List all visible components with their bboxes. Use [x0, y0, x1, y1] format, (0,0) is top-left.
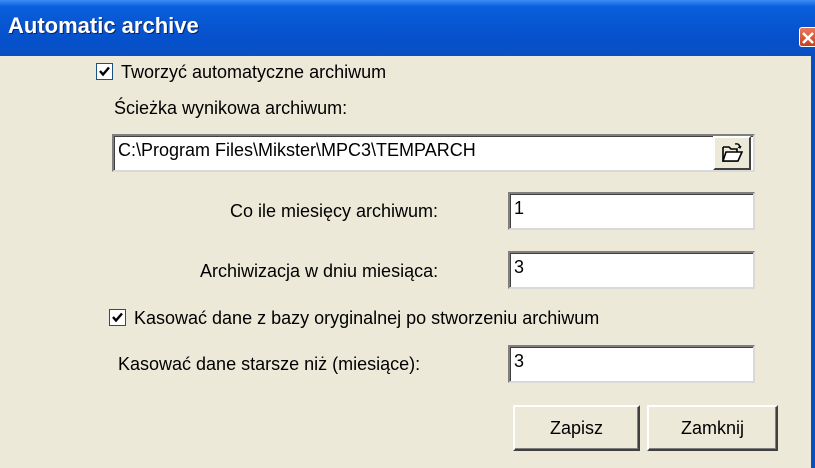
archive-dialog: Automatic archive Tworzyć automatyczne a…	[0, 0, 815, 468]
checkmark-icon	[99, 66, 110, 77]
older-months-field[interactable]: 3	[508, 345, 755, 383]
auto-archive-checkbox[interactable]	[96, 63, 113, 80]
months-field[interactable]: 1	[508, 192, 755, 230]
checkmark-icon	[112, 312, 123, 323]
title-bar[interactable]: Automatic archive	[0, 0, 815, 56]
folder-open-icon	[721, 143, 743, 162]
delete-original-label[interactable]: Kasować dane z bazy oryginalnej po stwor…	[134, 308, 599, 329]
dialog-body: Tworzyć automatyczne archiwum Ścieżka wy…	[0, 56, 811, 468]
close-icon	[802, 32, 814, 44]
archive-path-field[interactable]: C:\Program Files\Mikster\MPC3\TEMPARCH	[112, 134, 755, 172]
window-title: Automatic archive	[8, 13, 199, 38]
close-dialog-button[interactable]: Zamknij	[647, 405, 778, 451]
auto-archive-label[interactable]: Tworzyć automatyczne archiwum	[121, 62, 386, 83]
browse-button[interactable]	[713, 136, 751, 170]
day-field[interactable]: 3	[508, 251, 755, 289]
window-border	[811, 56, 815, 468]
day-label: Archiwizacja w dniu miesiąca:	[200, 261, 439, 281]
months-label: Co ile miesięcy archiwum:	[230, 201, 439, 221]
older-label: Kasować dane starsze niż (miesiące):	[118, 354, 421, 374]
delete-original-checkbox[interactable]	[109, 309, 126, 326]
save-button[interactable]: Zapisz	[513, 405, 640, 451]
path-label: Ścieżka wynikowa archiwum:	[114, 98, 348, 118]
close-button[interactable]	[799, 27, 815, 47]
